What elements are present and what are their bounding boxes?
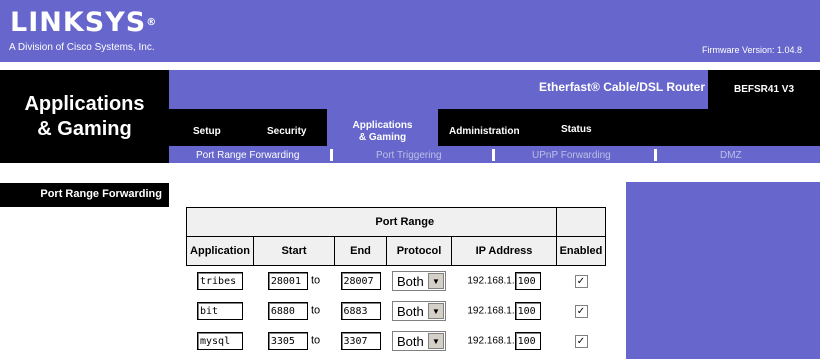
start-port-input[interactable]: [267, 332, 308, 350]
division-text: A Division of Cisco Systems, Inc.: [9, 42, 155, 53]
subtab-separator: [330, 149, 333, 161]
chevron-down-icon: ▼: [428, 333, 444, 349]
subtab-separator: [654, 149, 657, 161]
subtab-port-triggering[interactable]: Port Triggering: [376, 150, 442, 161]
subtab-upnp-forwarding[interactable]: UPnP Forwarding: [532, 150, 611, 161]
application-input[interactable]: [197, 332, 243, 350]
left-nav-label: Port Range Forwarding: [40, 188, 162, 200]
tab-applications-gaming[interactable]: Applications & Gaming: [327, 120, 438, 144]
col-application: Application: [186, 236, 254, 266]
col-start: Start: [253, 236, 335, 266]
protocol-select[interactable]: Both ▼: [392, 301, 446, 321]
right-panel: [626, 182, 820, 359]
tab-apps-line1: Applications: [352, 120, 413, 131]
subtab-dmz[interactable]: DMZ: [720, 150, 742, 161]
ip-last-octet-input[interactable]: [514, 302, 541, 320]
ip-last-octet-input[interactable]: [514, 332, 541, 350]
model-number: BEFSR41 V3: [733, 84, 795, 95]
col-enabled: Enabled: [556, 236, 606, 266]
section-title: Applications & Gaming: [0, 92, 169, 142]
col-end: End: [334, 236, 387, 266]
protocol-select[interactable]: Both ▼: [392, 271, 446, 291]
col-ip-address: IP Address: [451, 236, 557, 266]
subtab-separator: [492, 149, 495, 161]
to-label: to: [310, 334, 321, 347]
end-port-input[interactable]: [340, 332, 381, 350]
port-range-table: Port Range Application Start End Protoco…: [186, 207, 606, 356]
table-row: to Both▼ 192.168.1. ✓: [187, 326, 606, 356]
end-port-input[interactable]: [340, 272, 381, 290]
ip-prefix: 192.168.1.: [467, 305, 515, 317]
end-port-input[interactable]: [340, 302, 381, 320]
table-row: to Both▼ 192.168.1. ✓: [187, 266, 606, 297]
ip-last-octet-input[interactable]: [514, 272, 541, 290]
ip-prefix: 192.168.1.: [467, 335, 515, 347]
enabled-checkbox[interactable]: ✓: [574, 334, 588, 348]
section-title-line1: Applications: [24, 93, 145, 115]
chevron-down-icon: ▼: [428, 273, 444, 289]
application-input[interactable]: [197, 302, 243, 320]
table-header-row: Application Start End Protocol IP Addres…: [186, 236, 606, 266]
to-label: to: [310, 274, 321, 287]
product-name: Etherfast® Cable/DSL Router: [539, 80, 705, 94]
tab-status[interactable]: Status: [561, 124, 592, 135]
section-title-line2: & Gaming: [37, 118, 132, 140]
tab-administration[interactable]: Administration: [449, 126, 520, 137]
tab-apps-line2: & Gaming: [358, 132, 407, 143]
tab-security[interactable]: Security: [267, 126, 306, 137]
table-group-header-row: Port Range: [186, 207, 606, 237]
ip-prefix: 192.168.1.: [467, 275, 515, 287]
col-protocol: Protocol: [386, 236, 452, 266]
subtab-port-range-forwarding[interactable]: Port Range Forwarding: [196, 150, 299, 161]
table-row: to Both▼ 192.168.1. ✓: [187, 296, 606, 326]
protocol-select[interactable]: Both ▼: [392, 331, 446, 351]
application-input[interactable]: [197, 272, 243, 290]
port-range-header: Port Range: [253, 207, 557, 237]
firmware-version: Firmware Version: 1.04.8: [702, 45, 803, 55]
start-port-input[interactable]: [267, 302, 308, 320]
to-label: to: [310, 304, 321, 317]
enabled-checkbox[interactable]: ✓: [574, 304, 588, 318]
chevron-down-icon: ▼: [428, 303, 444, 319]
linksys-logo: LINKSYS®: [10, 7, 158, 38]
tab-setup[interactable]: Setup: [193, 126, 221, 137]
start-port-input[interactable]: [267, 272, 308, 290]
enabled-checkbox[interactable]: ✓: [574, 274, 588, 288]
